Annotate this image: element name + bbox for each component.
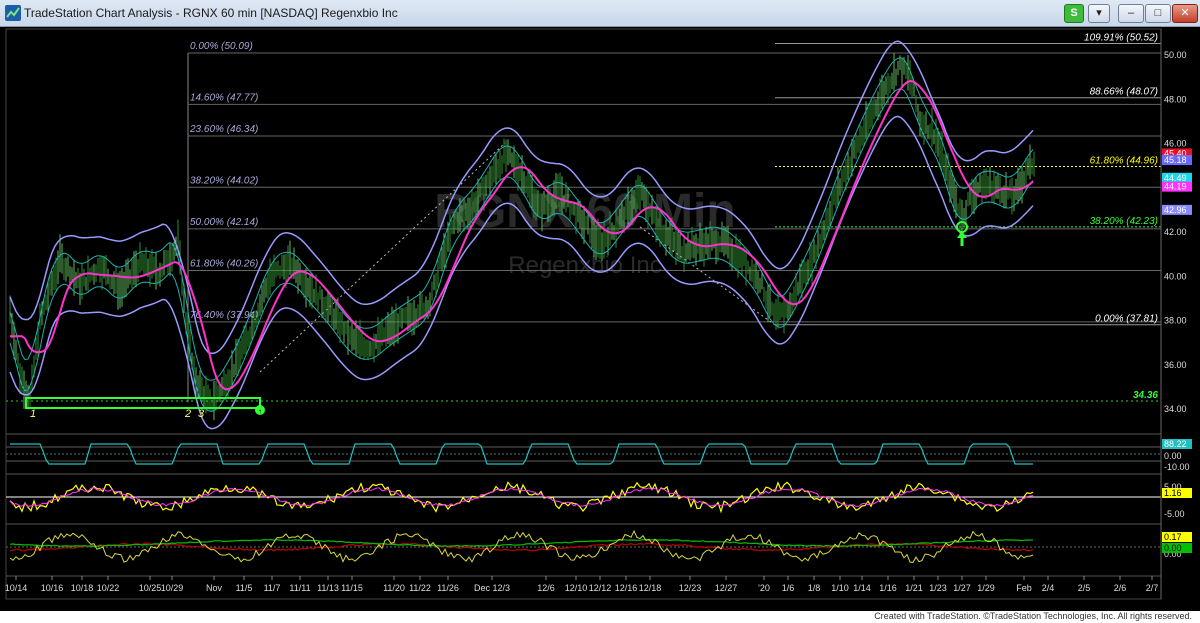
price-axis-tick: 46.00 (1164, 139, 1187, 149)
pattern-label-3: 3 (198, 408, 205, 420)
time-axis-tick: 1/14 (853, 583, 871, 593)
footer: Created with TradeStation. ©TradeStation… (0, 611, 1200, 623)
time-axis-tick: 1/23 (929, 583, 947, 593)
time-axis-tick: 1/8 (808, 583, 821, 593)
time-axis-tick: 10/18 (71, 583, 94, 593)
price-axis-tick: 40.00 (1164, 271, 1187, 281)
osc1-axis-tick: -10.00 (1164, 462, 1190, 472)
time-axis-tick: 1/16 (879, 583, 897, 593)
last-price-tag-label: 45.18 (1164, 155, 1187, 165)
time-axis-tick: 12/16 (615, 583, 638, 593)
time-axis-tick: 11/13 (317, 583, 339, 593)
last-price-tag-label: 44.19 (1164, 182, 1187, 192)
svg-text:↑: ↑ (258, 407, 262, 416)
fib-right-level-label: 0.00% (37.81) (1095, 314, 1158, 325)
copyright-text: Created with TradeStation. ©TradeStation… (874, 611, 1192, 621)
price-axis-tick: 48.00 (1164, 94, 1187, 104)
time-axis-tick: 11/7 (264, 583, 281, 593)
tradestation-app-icon (5, 5, 21, 21)
fib-left-level-label: 0.00% (50.09) (190, 41, 253, 52)
time-axis-tick: 10/16 (41, 583, 64, 593)
time-axis-tick: 12/27 (715, 583, 738, 593)
time-axis-tick: 11/5 (236, 583, 253, 593)
window-title: TradeStation Chart Analysis - RGNX 60 mi… (24, 6, 398, 20)
s-button[interactable]: S (1064, 4, 1084, 23)
time-axis-tick: 12/12 (589, 583, 612, 593)
time-axis-tick: Dec 12/3 (474, 583, 510, 593)
time-axis-tick: 11/11 (289, 583, 310, 593)
fib-right-level-label: 38.20% (42.23) (1090, 216, 1158, 227)
osc2-value-tag-label: 1.16 (1164, 488, 1182, 498)
time-axis-tick: Nov (206, 583, 223, 593)
minimize-button[interactable]: – (1118, 4, 1144, 23)
time-axis-tick: 11/15 (341, 583, 363, 593)
price-axis-tick: 50.00 (1164, 50, 1187, 60)
time-axis-tick: 1/21 (905, 583, 923, 593)
pattern-label-1: 1 (30, 408, 36, 420)
price-axis-tick: 42.00 (1164, 227, 1187, 237)
osc3-value-tag-label: 0.17 (1164, 532, 1182, 542)
time-axis-tick: 1/27 (953, 583, 971, 593)
time-axis-tick: 1/6 (782, 583, 795, 593)
time-axis-tick: 11/26 (437, 583, 459, 593)
time-axis-tick: 12/23 (679, 583, 702, 593)
time-axis-tick: 12/10 (565, 583, 588, 593)
price-axis-tick: 38.00 (1164, 316, 1187, 326)
time-axis-tick: 1/29 (977, 583, 995, 593)
time-axis-tick: 2/4 (1042, 583, 1055, 593)
osc3-value-tag-label: 0.00 (1164, 543, 1182, 553)
pattern-label-2: 2 (184, 408, 191, 420)
time-axis-tick: 12/6 (537, 583, 555, 593)
time-axis-tick: 2/7 (1146, 583, 1159, 593)
fib-left-level-label: 14.60% (47.77) (190, 92, 258, 103)
maximize-button[interactable]: □ (1145, 4, 1171, 23)
fib-right-level-label: 88.66% (48.07) (1090, 87, 1158, 98)
last-price-tag-label: 42.96 (1164, 205, 1187, 215)
support-label: 34.36 (1133, 390, 1158, 401)
fib-left-level-label: 38.20% (44.02) (190, 175, 258, 186)
price-axis-tick: 34.00 (1164, 404, 1187, 414)
time-axis-tick: '20 (758, 583, 770, 593)
price-axis-tick: 36.00 (1164, 360, 1187, 370)
time-axis-tick: Feb (1016, 583, 1032, 593)
chart-area[interactable]: RGNX 60 Min Regenxbio Inc 0.00% (50.09)1… (0, 27, 1200, 611)
close-button[interactable]: ✕ (1172, 4, 1198, 23)
time-axis-tick: 2/5 (1078, 583, 1091, 593)
fib-left-level-label: 61.80% (40.26) (190, 258, 258, 269)
fib-right-level-label: 109.91% (50.52) (1084, 32, 1158, 43)
osc1-axis-tick: 0.00 (1164, 451, 1182, 461)
time-axis-tick: 10/22 (97, 583, 120, 593)
time-axis-tick: 10/25 (139, 583, 162, 593)
fib-right-level-label: 61.80% (44.96) (1090, 156, 1158, 167)
osc1-value-tag-label: 88.22 (1164, 439, 1187, 449)
time-axis-tick: 10/14 (5, 583, 28, 593)
time-axis-tick: 10/29 (161, 583, 184, 593)
fib-left-level-label: 23.60% (46.34) (189, 124, 258, 135)
dropdown-button[interactable]: ▾ (1088, 4, 1110, 23)
time-axis-tick: 12/18 (639, 583, 662, 593)
time-axis-tick: 11/20 (383, 583, 405, 593)
time-axis-tick: 11/22 (409, 583, 431, 593)
time-axis-tick: 2/6 (1114, 583, 1127, 593)
osc2-axis-tick: -5.00 (1164, 509, 1185, 519)
watermark-name: Regenxbio Inc (508, 252, 661, 279)
fib-left-level-label: 50.00% (42.14) (190, 217, 258, 228)
time-axis-tick: 1/10 (831, 583, 849, 593)
title-bar: TradeStation Chart Analysis - RGNX 60 mi… (0, 0, 1200, 27)
